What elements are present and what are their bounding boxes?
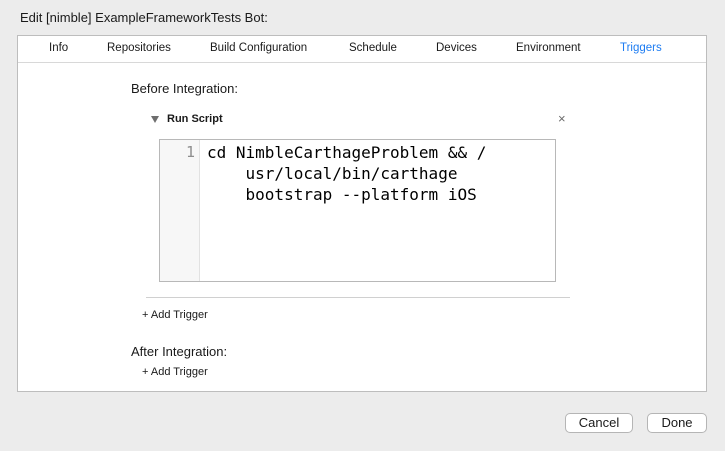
add-trigger-before-button[interactable]: + Add Trigger: [142, 309, 208, 321]
disclosure-triangle-icon[interactable]: [151, 116, 159, 123]
script-editor[interactable]: 1 cd NimbleCarthageProblem && / usr/loca…: [159, 139, 556, 282]
before-integration-label: Before Integration:: [131, 81, 238, 96]
script-code[interactable]: cd NimbleCarthageProblem && / usr/local/…: [207, 142, 549, 205]
tab-build-configuration[interactable]: Build Configuration: [210, 42, 307, 54]
sheet-title: Edit [nimble] ExampleFrameworkTests Bot:: [20, 10, 268, 25]
after-integration-label: After Integration:: [131, 344, 228, 359]
tab-bar: Info Repositories Build Configuration Sc…: [18, 36, 706, 63]
close-icon[interactable]: ×: [558, 112, 566, 125]
line-number: 1: [185, 143, 195, 161]
tab-repositories[interactable]: Repositories: [107, 42, 171, 54]
done-button[interactable]: Done: [647, 413, 707, 433]
tab-devices[interactable]: Devices: [436, 42, 477, 54]
tab-info[interactable]: Info: [49, 42, 68, 54]
line-gutter: 1: [160, 140, 200, 281]
tab-triggers[interactable]: Triggers: [620, 42, 662, 54]
tab-schedule[interactable]: Schedule: [349, 42, 397, 54]
add-trigger-after-button[interactable]: + Add Trigger: [142, 366, 208, 378]
tab-environment[interactable]: Environment: [516, 42, 581, 54]
divider: [146, 297, 570, 298]
cancel-button[interactable]: Cancel: [565, 413, 633, 433]
run-script-title: Run Script: [167, 113, 223, 125]
bot-settings-panel: Info Repositories Build Configuration Sc…: [17, 35, 707, 392]
